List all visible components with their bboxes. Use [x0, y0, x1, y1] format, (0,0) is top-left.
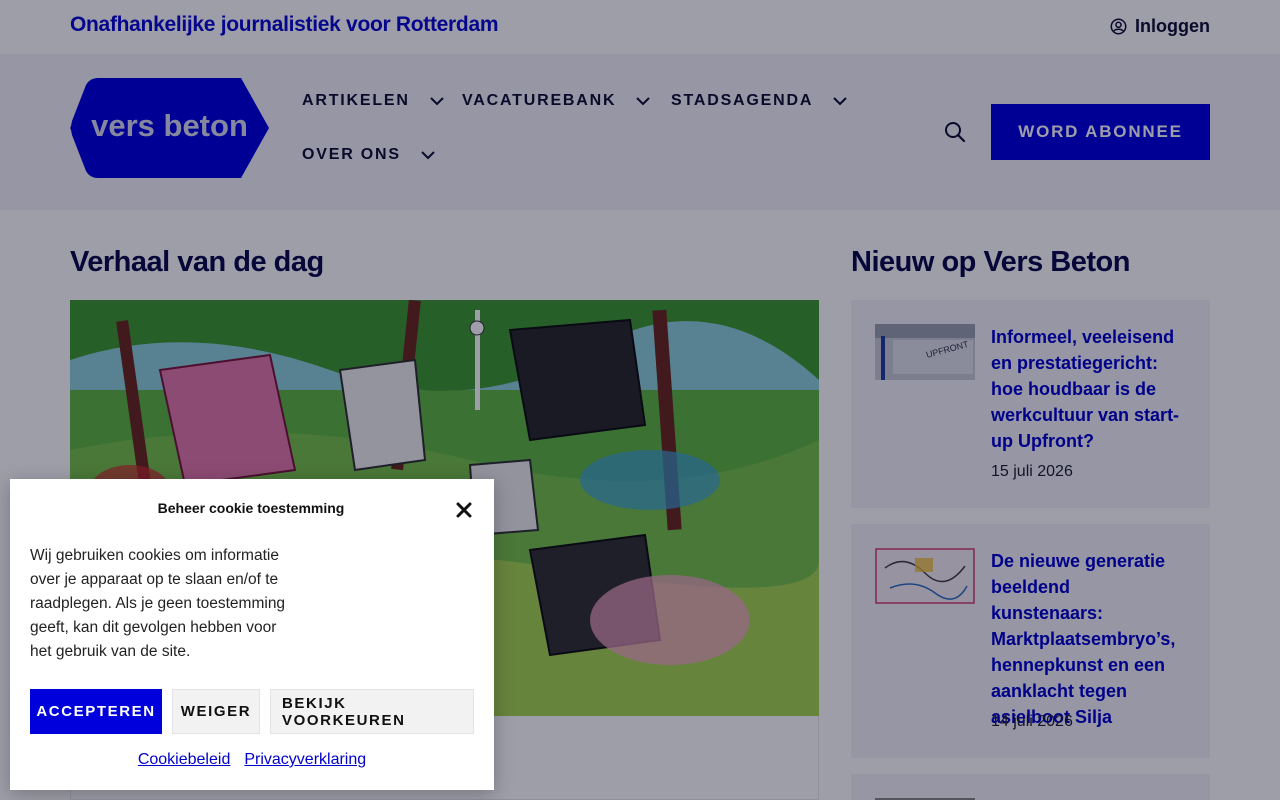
view-preferences-button[interactable]: BEKIJK VOORKEUREN	[270, 689, 474, 734]
cookie-consent-dialog: Beheer cookie toestemming Wij gebruiken …	[10, 479, 494, 790]
deny-cookies-button[interactable]: WEIGER	[172, 689, 260, 734]
cookie-policy-link[interactable]: Cookiebeleid	[138, 751, 231, 769]
accept-cookies-button[interactable]: ACCEPTEREN	[30, 689, 162, 734]
cookie-dialog-title: Beheer cookie toestemming	[157, 500, 345, 516]
privacy-statement-link[interactable]: Privacyverklaring	[244, 751, 366, 769]
cookie-dialog-body: Wij gebruiken cookies om informatie over…	[30, 547, 286, 660]
cookie-links: Cookiebeleid Privacyverklaring	[10, 751, 494, 769]
cookie-actions: ACCEPTEREN WEIGER BEKIJK VOORKEUREN	[30, 689, 474, 734]
close-icon[interactable]	[454, 500, 474, 520]
